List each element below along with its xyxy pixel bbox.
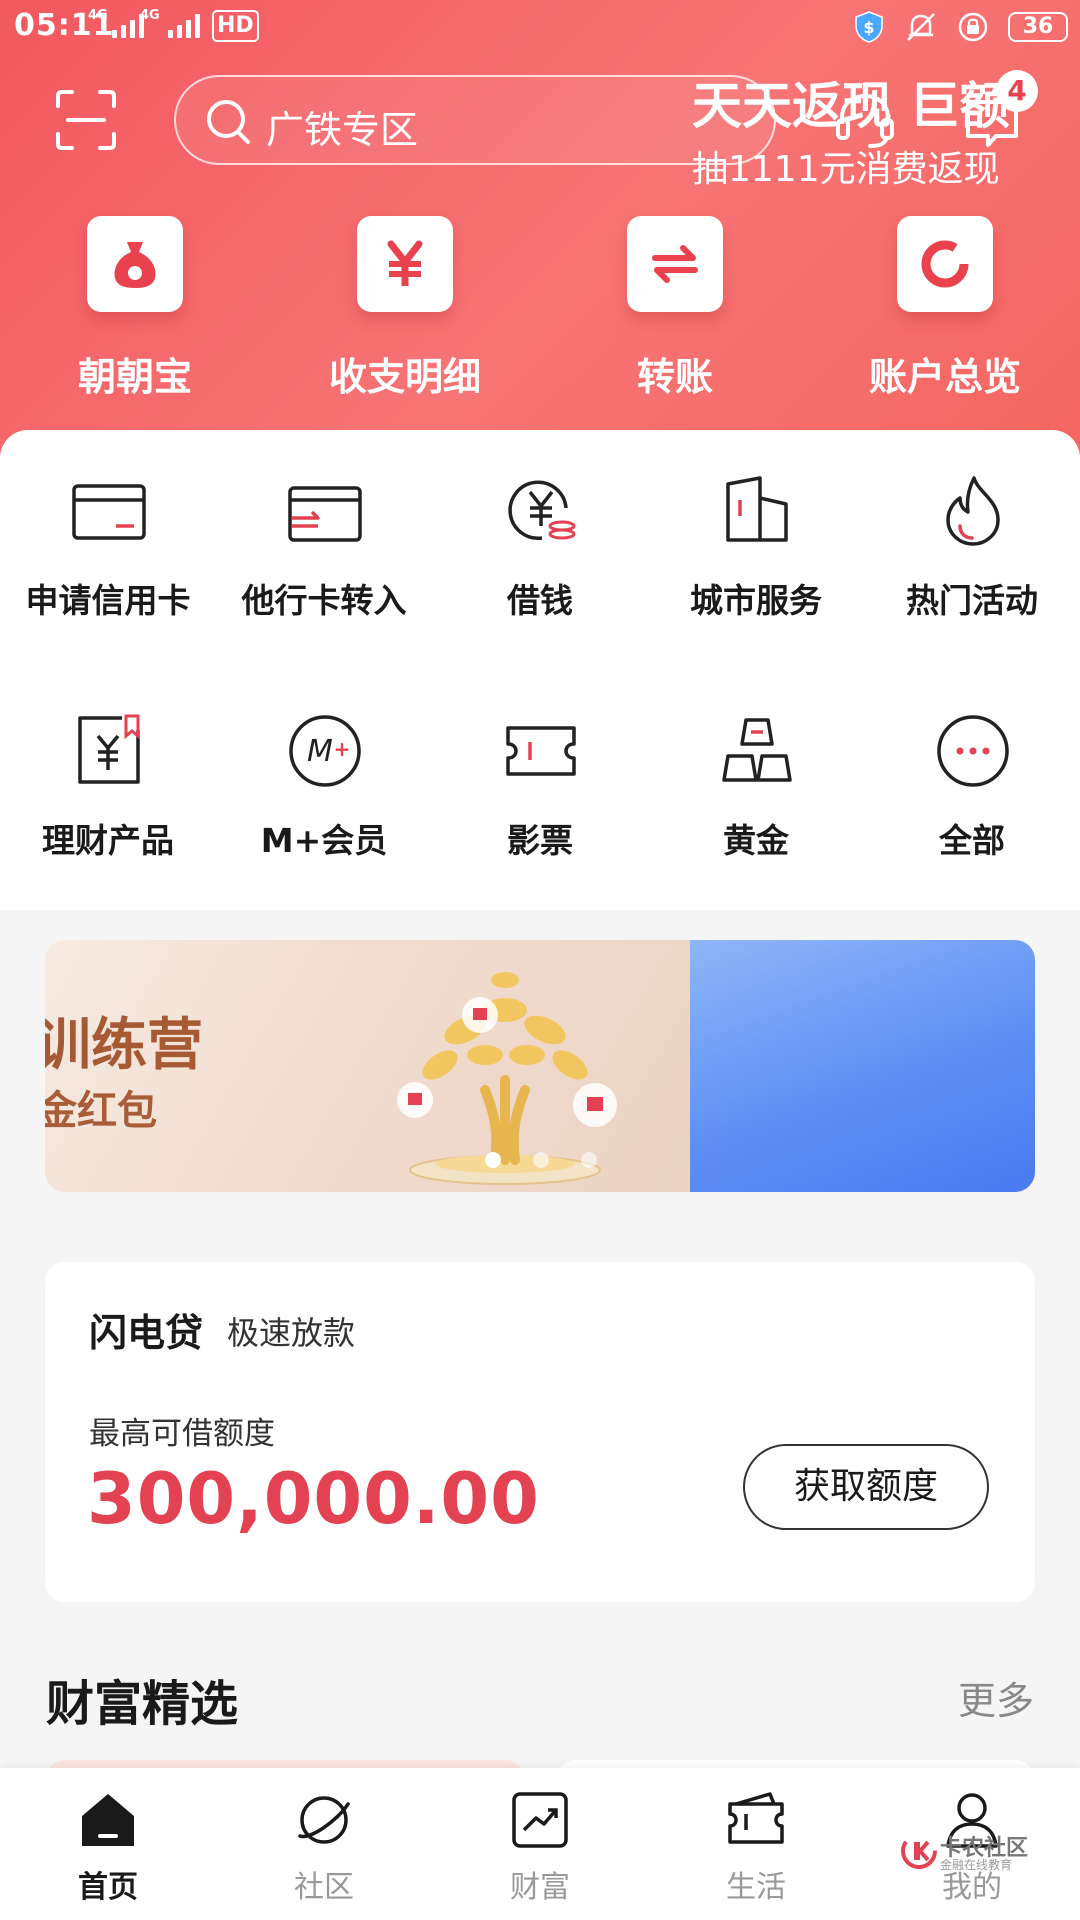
quick-entry-label: 账户总览 [868,355,1021,399]
flame-icon [946,476,1000,546]
scan-icon[interactable] [56,90,116,150]
wealth-more-link[interactable]: 更多 [958,1670,1034,1725]
quick-entry-transactions[interactable]: 收支明细 [270,216,540,406]
quick-entry-transfer[interactable]: 转账 [540,216,810,406]
service-movie-tickets[interactable]: 影票 [432,714,648,874]
battery-indicator: 36 [1008,12,1068,42]
wealth-section-title: 财富精选 [46,1676,239,1732]
quick-entry-label: 收支明细 [328,355,481,399]
svg-text:$: $ [863,18,874,37]
banner-right-subtitle: 抽1111元消费返现 [692,149,1000,190]
service-city[interactable]: 城市服务 [648,474,864,634]
gold-bars-icon [722,718,792,782]
transfer-arrows-icon [652,245,698,283]
ring-chart-icon [921,240,969,288]
carousel-dot[interactable] [485,1152,501,1168]
flash-loan-card[interactable]: 闪电贷 极速放款 最高可借额度 300,000.00 获取额度 [45,1262,1035,1602]
loan-amount-label: 最高可借额度 [89,1416,275,1452]
search-input[interactable]: 广铁专区 [174,75,776,165]
banner-left-subtitle: 金红包 [45,1088,157,1134]
service-borrow[interactable]: 借钱 [432,474,648,634]
signal-1-tag: 4G [88,8,108,23]
watermark-logo-icon [901,1833,937,1869]
tab-home[interactable]: 首页 [0,1768,216,1920]
search-icon [207,100,250,144]
quick-entry-label: 朝朝宝 [77,355,192,399]
tab-label: 首页 [78,1870,138,1905]
loan-title: 闪电贷 [89,1311,204,1355]
signal-2-icon [168,12,200,38]
tab-label: 财富 [510,1870,570,1905]
tab-wealth[interactable]: 财富 [432,1768,648,1920]
loan-amount: 300,000.00 [87,1458,540,1540]
hd-badge: HD [212,10,259,42]
banner-right-title: 天天返现 巨额 [692,77,1010,135]
service-label: 城市服务 [690,581,822,620]
services-panel: 申请信用卡 他行卡转入 借钱 城市服务 热门活动 理财产品 M + M+会员 影… [0,430,1080,910]
ticket-icon [506,726,576,776]
quick-entry-account-overview[interactable]: 账户总览 [810,216,1080,406]
service-card-transfer-in[interactable]: 他行卡转入 [216,474,432,634]
service-gold[interactable]: 黄金 [648,714,864,874]
m-plus-icon: M + [289,715,361,787]
service-label: 黄金 [723,821,789,860]
promo-banner-carousel[interactable]: 训练营 金红包 [45,940,1035,1192]
service-label: M+会员 [260,821,388,860]
carousel-dots [485,1152,597,1168]
carousel-dot[interactable] [533,1152,549,1168]
service-label: 热门活动 [906,581,1038,620]
card-transfer-icon [288,486,362,542]
tab-label: 生活 [726,1870,786,1905]
ticket-life-icon [728,1792,784,1844]
credit-card-icon [72,484,146,540]
signal-2-tag: 4G [140,8,160,23]
shield-icon: $ [855,11,883,43]
service-label: 理财产品 [42,821,174,860]
finance-doc-icon [78,714,140,784]
yuan-coin-icon [508,480,576,541]
service-finance-products[interactable]: 理财产品 [0,714,216,874]
service-hot-events[interactable]: 热门活动 [864,474,1080,634]
banner-slide-cashback[interactable] [690,940,1035,1192]
svg-text:+: + [334,737,351,761]
home-icon [82,1794,134,1846]
money-bag-icon [114,242,156,288]
tab-label: 社区 [294,1870,354,1905]
city-buildings-icon [726,476,788,542]
carousel-dot[interactable] [581,1152,597,1168]
service-all[interactable]: 全部 [864,714,1080,874]
service-label: 借钱 [507,581,573,620]
search-placeholder: 广铁专区 [266,108,419,152]
yuan-icon [387,240,423,286]
quick-entry-label: 转账 [636,355,713,399]
service-label: 他行卡转入 [241,581,407,620]
loan-tag: 极速放款 [227,1314,356,1352]
more-dots-icon [937,715,1009,787]
service-label: 影票 [507,821,573,860]
quick-entry-zhaozhaobao[interactable]: 朝朝宝 [0,216,270,406]
silent-bell-icon [907,13,935,41]
watermark-subtext: 金融在线教育 [940,1858,1013,1872]
get-quota-button[interactable]: 获取额度 [743,1444,989,1530]
planet-icon [298,1796,350,1844]
tab-life[interactable]: 生活 [648,1768,864,1920]
service-label: 申请信用卡 [25,581,191,620]
status-bar: 05:11 4G 4G HD $ 36 [0,0,1080,54]
rotation-lock-icon [958,12,988,42]
service-m-plus[interactable]: M + M+会员 [216,714,432,874]
service-credit-card[interactable]: 申请信用卡 [0,474,216,634]
service-label: 全部 [939,821,1005,860]
chart-trend-icon [512,1792,568,1848]
svg-text:M: M [307,734,333,769]
tab-community[interactable]: 社区 [216,1768,432,1920]
banner-left-title: 训练营 [45,1013,203,1078]
